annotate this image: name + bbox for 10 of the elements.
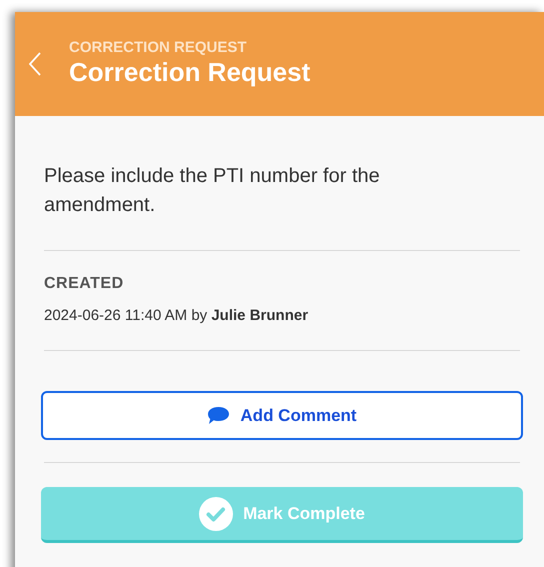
- header-title: Correction Request: [69, 56, 310, 88]
- created-info: 2024-06-26 11:40 AM by Julie Brunner: [44, 307, 310, 324]
- request-message: Please include the PTI number for the amendment.: [44, 164, 381, 218]
- back-button[interactable]: [29, 52, 43, 76]
- created-label: CREATED: [44, 275, 125, 293]
- back-icon: [29, 52, 41, 76]
- header-subtitle: CORRECTION REQUEST: [69, 38, 248, 56]
- check-circle-icon: [199, 496, 234, 530]
- add-comment-button[interactable]: Add Comment: [41, 391, 523, 440]
- speech-bubble-icon: [207, 406, 230, 425]
